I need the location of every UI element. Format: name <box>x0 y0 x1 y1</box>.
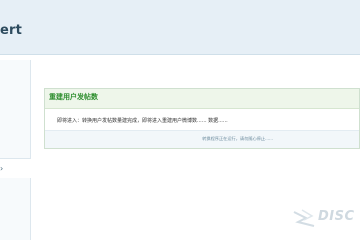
message-footer: 转换程序正在运行，请勿随心停止...... <box>45 130 359 148</box>
watermark-text: DISC <box>318 209 355 224</box>
chevron-right-icon[interactable]: › <box>0 164 3 173</box>
message-title: 重建用户发帖数 <box>49 93 98 101</box>
page-title: ert <box>0 23 23 38</box>
sidebar-panel-bottom <box>0 178 31 240</box>
message-body: 即将进入：转换用户发帖数量建完成，即将进入重建用户微博数...... 数据...… <box>45 109 359 129</box>
header-bar: ert <box>0 0 360 55</box>
sidebar-panel-top <box>0 60 31 159</box>
message-text: 即将进入：转换用户发帖数量建完成，即将进入重建用户微博数...... 数据...… <box>57 118 228 124</box>
message-footer-text: 转换程序正在运行，请勿随心停止...... <box>202 136 273 141</box>
message-box: 重建用户发帖数 即将进入：转换用户发帖数量建完成，即将进入重建用户微博数....… <box>44 88 360 149</box>
message-header: 重建用户发帖数 <box>45 89 359 109</box>
